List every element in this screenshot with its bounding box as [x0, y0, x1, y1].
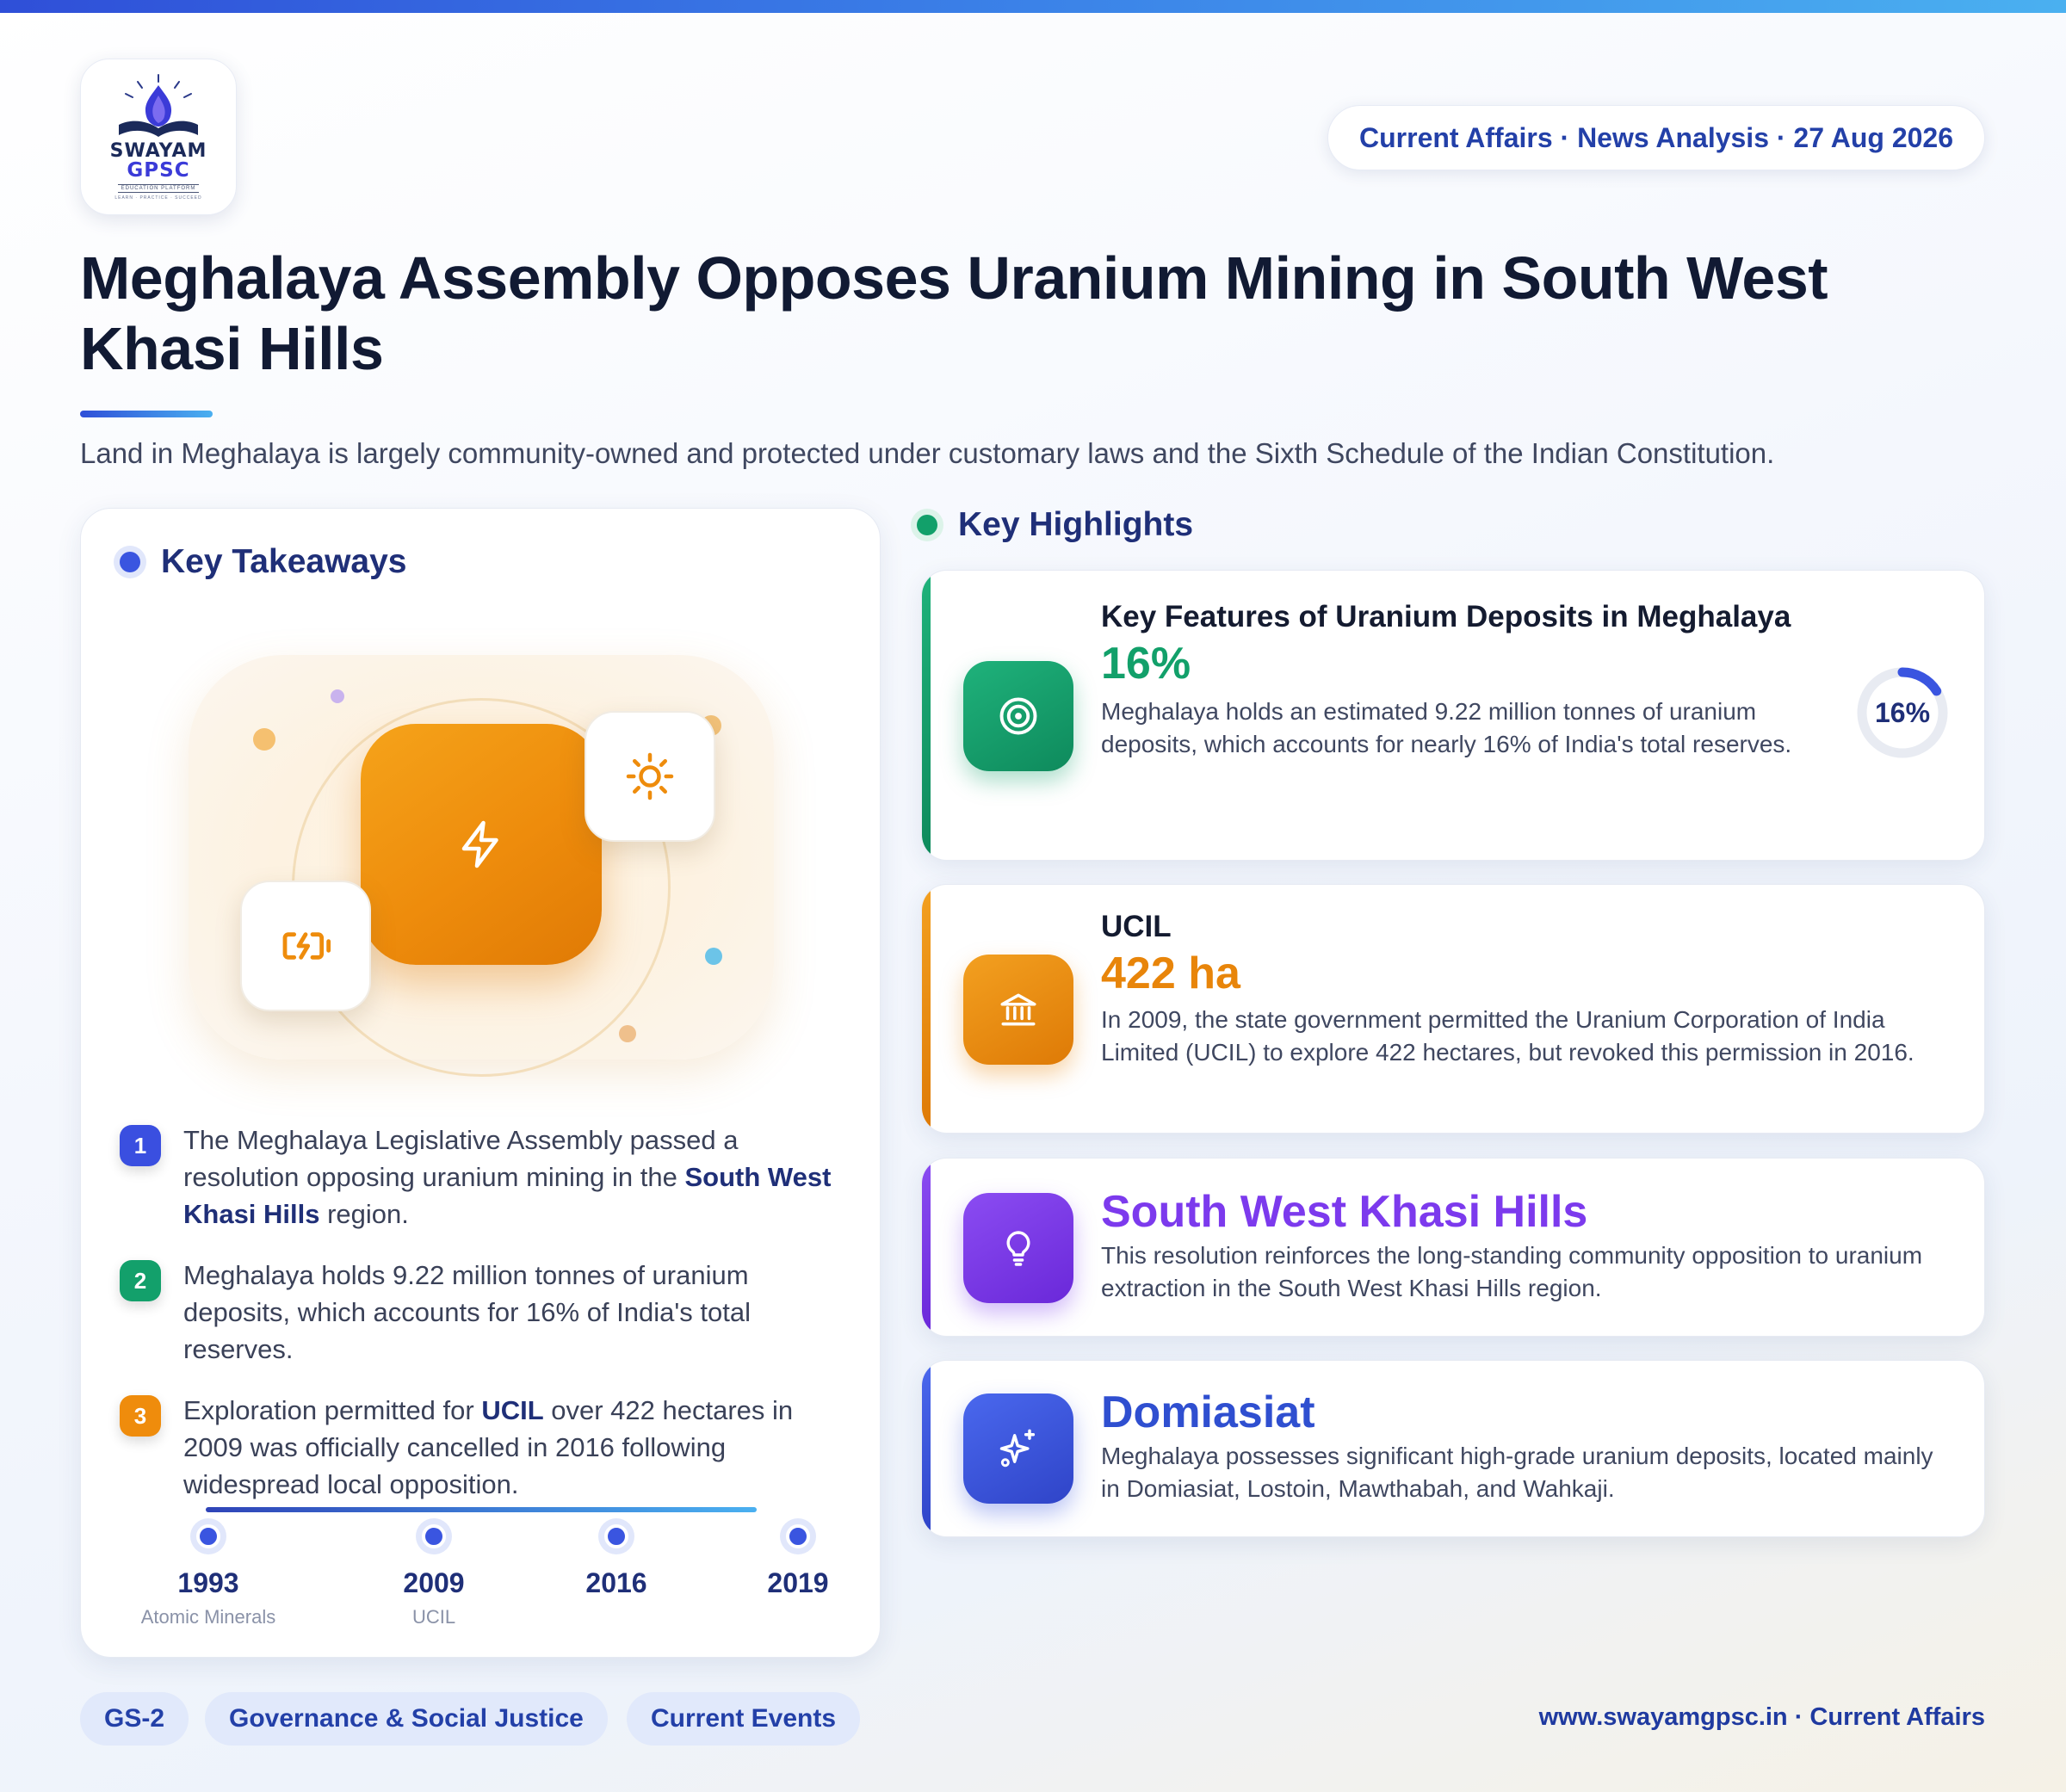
sun-icon — [626, 752, 674, 800]
lightbulb-icon — [1006, 1231, 1030, 1266]
card-body: UCIL 422 ha In 2009, the state governmen… — [1101, 906, 1953, 1069]
takeaway-text: The Meghalaya Legislative Assembly passe… — [183, 1125, 832, 1229]
target-icon — [999, 697, 1037, 735]
decor-bubble — [619, 1025, 636, 1042]
category-date-pill: Current Affairs · News Analysis · 27 Aug… — [1327, 105, 1985, 170]
card-title: UCIL — [1101, 910, 1172, 943]
highlight-card-domiasiat: Domiasiat Meghalaya possesses significan… — [921, 1360, 1985, 1537]
list-item: 3 Exploration permitted for UCIL over 42… — [120, 1392, 851, 1503]
tag-governance-social-justice[interactable]: Governance & Social Justice — [205, 1692, 608, 1746]
swayam-gpsc-logo[interactable]: SWAYAM GPSC EDUCATION PLATFORM LEARN · P… — [80, 59, 237, 215]
timeline-dot — [604, 1524, 628, 1548]
takeaway-text: Exploration permitted for UCIL over 422 … — [183, 1395, 794, 1499]
card-description: Meghalaya possesses significant high-gra… — [1101, 1443, 1933, 1502]
sun-tile — [585, 711, 715, 842]
bullet-dot-icon — [120, 552, 140, 572]
card-description: In 2009, the state government permitted … — [1101, 1006, 1914, 1066]
sparkle-icon — [999, 1429, 1036, 1468]
timeline-node: 1993 Atomic Minerals — [122, 1524, 294, 1628]
item-number-badge: 2 — [120, 1260, 161, 1301]
key-takeaways-card: Key Takeaways 1 The Meghalaya Legislativ… — [80, 508, 881, 1658]
card-accent-bar — [922, 1361, 931, 1536]
card-accent-bar — [922, 571, 931, 860]
sparkle-icon-tile — [963, 1393, 1073, 1504]
takeaway-text: Meghalaya holds 9.22 million tonnes of u… — [183, 1260, 752, 1364]
top-accent-bar — [0, 0, 2066, 13]
timeline-dot — [422, 1524, 446, 1548]
highlight-card-south-west-khasi-hills: South West Khasi Hills This resolution r… — [921, 1158, 1985, 1337]
highlight-card-ucil: UCIL 422 ha In 2009, the state governmen… — [921, 884, 1985, 1134]
timeline-year: 2019 — [767, 1567, 829, 1598]
card-body: Domiasiat Meghalaya possesses significan… — [1101, 1385, 1953, 1505]
timeline-dot — [786, 1524, 810, 1548]
footer-site-link[interactable]: www.swayamgpsc.in · Current Affairs — [1539, 1703, 1985, 1732]
highlight-card-uranium-deposits: Key Features of Uranium Deposits in Megh… — [921, 570, 1985, 861]
timeline-line — [206, 1507, 757, 1512]
key-takeaways-heading: Key Takeaways — [120, 543, 406, 581]
timeline-year: 1993 — [177, 1567, 239, 1598]
bullet-dot-icon — [917, 515, 937, 535]
card-title: South West Khasi Hills — [1101, 1187, 1588, 1237]
timeline-year: 2016 — [585, 1567, 647, 1598]
tag-current-events[interactable]: Current Events — [627, 1692, 861, 1746]
battery-charging-icon — [282, 932, 331, 960]
timeline-node: 2019 — [712, 1524, 884, 1606]
card-stat: 422 ha — [1101, 949, 1240, 998]
timeline-year: 2009 — [403, 1567, 465, 1598]
timeline-node: 2016 — [530, 1524, 702, 1606]
battery-tile — [240, 881, 371, 1011]
lightning-tile — [361, 724, 602, 965]
logo-wordmark-top: SWAYAM — [109, 140, 207, 162]
decor-bubble — [331, 689, 344, 703]
decor-bubble — [253, 728, 275, 751]
timeline-label: UCIL — [411, 1606, 456, 1628]
timeline-node: 2009 UCIL — [348, 1524, 520, 1628]
card-description: This resolution reinforces the long-stan… — [1101, 1242, 1923, 1301]
lightning-icon — [461, 820, 498, 868]
decor-bubble — [705, 948, 722, 965]
logo-wordmark-bottom: GPSC — [127, 159, 190, 182]
list-item: 2 Meghalaya holds 9.22 million tonnes of… — [120, 1257, 851, 1368]
page-subtitle: Land in Meghalaya is largely community-o… — [80, 437, 1775, 469]
lightbulb-icon-tile — [963, 1193, 1073, 1303]
list-item: 1 The Meghalaya Legislative Assembly pas… — [120, 1122, 851, 1233]
energy-illustration — [189, 655, 774, 1077]
card-body: South West Khasi Hills This resolution r… — [1101, 1184, 1953, 1305]
target-icon-tile — [963, 661, 1073, 771]
card-stat: 16% — [1101, 639, 1191, 689]
logo-tagline: EDUCATION PLATFORM — [117, 184, 200, 193]
bank-icon — [1000, 993, 1036, 1026]
card-title: Key Features of Uranium Deposits in Megh… — [1101, 600, 1791, 633]
title-underline — [80, 411, 213, 417]
bank-icon-tile — [963, 955, 1073, 1065]
takeaways-list: 1 The Meghalaya Legislative Assembly pas… — [120, 1122, 851, 1527]
donut-label: 16% — [1874, 696, 1931, 728]
card-title: Domiasiat — [1101, 1387, 1315, 1437]
card-description: Meghalaya holds an estimated 9.22 millio… — [1101, 698, 1792, 757]
key-highlights-heading-text: Key Highlights — [958, 506, 1194, 543]
item-number-badge: 1 — [120, 1125, 161, 1166]
card-body: Key Features of Uranium Deposits in Megh… — [1101, 596, 1841, 761]
tag-gs2[interactable]: GS-2 — [80, 1692, 189, 1746]
flame-book-icon — [119, 74, 198, 137]
timeline-label: Atomic Minerals — [140, 1606, 276, 1628]
key-takeaways-heading-text: Key Takeaways — [161, 543, 407, 580]
item-number-badge: 3 — [120, 1395, 161, 1437]
card-accent-bar — [922, 1159, 931, 1336]
key-highlights-heading: Key Highlights — [917, 506, 1193, 544]
logo-motto: LEARN · PRACTICE · SUCCEED — [114, 195, 202, 201]
card-accent-bar — [922, 885, 931, 1133]
timeline-dot — [196, 1524, 220, 1548]
page-title: Meghalaya Assembly Opposes Uranium Minin… — [80, 244, 1828, 382]
